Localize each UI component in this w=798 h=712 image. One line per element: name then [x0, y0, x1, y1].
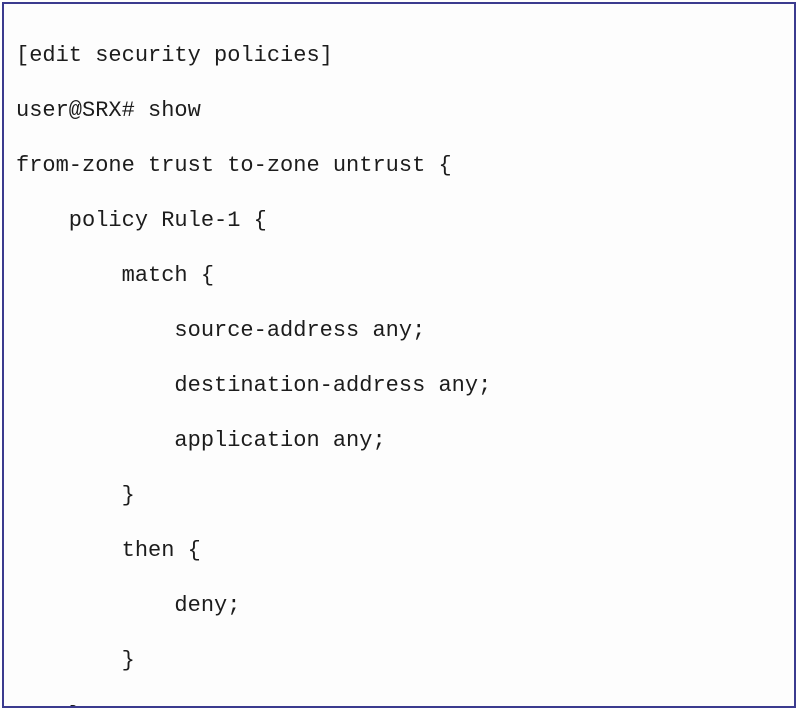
rule1-then-close: } — [16, 647, 782, 675]
rule1-source-address: source-address any; — [16, 317, 782, 345]
rule1-match-open: match { — [16, 262, 782, 290]
terminal-output: [edit security policies] user@SRX# show … — [2, 2, 796, 708]
zone-open-line: from-zone trust to-zone untrust { — [16, 152, 782, 180]
rule1-then-open: then { — [16, 537, 782, 565]
rule1-match-close: } — [16, 482, 782, 510]
rule1-open: policy Rule-1 { — [16, 207, 782, 235]
prompt-line: user@SRX# show — [16, 97, 782, 125]
rule1-destination-address: destination-address any; — [16, 372, 782, 400]
edit-context-line: [edit security policies] — [16, 42, 782, 70]
rule1-application: application any; — [16, 427, 782, 455]
rule1-action-deny: deny; — [16, 592, 782, 620]
rule1-close: } — [16, 702, 782, 709]
